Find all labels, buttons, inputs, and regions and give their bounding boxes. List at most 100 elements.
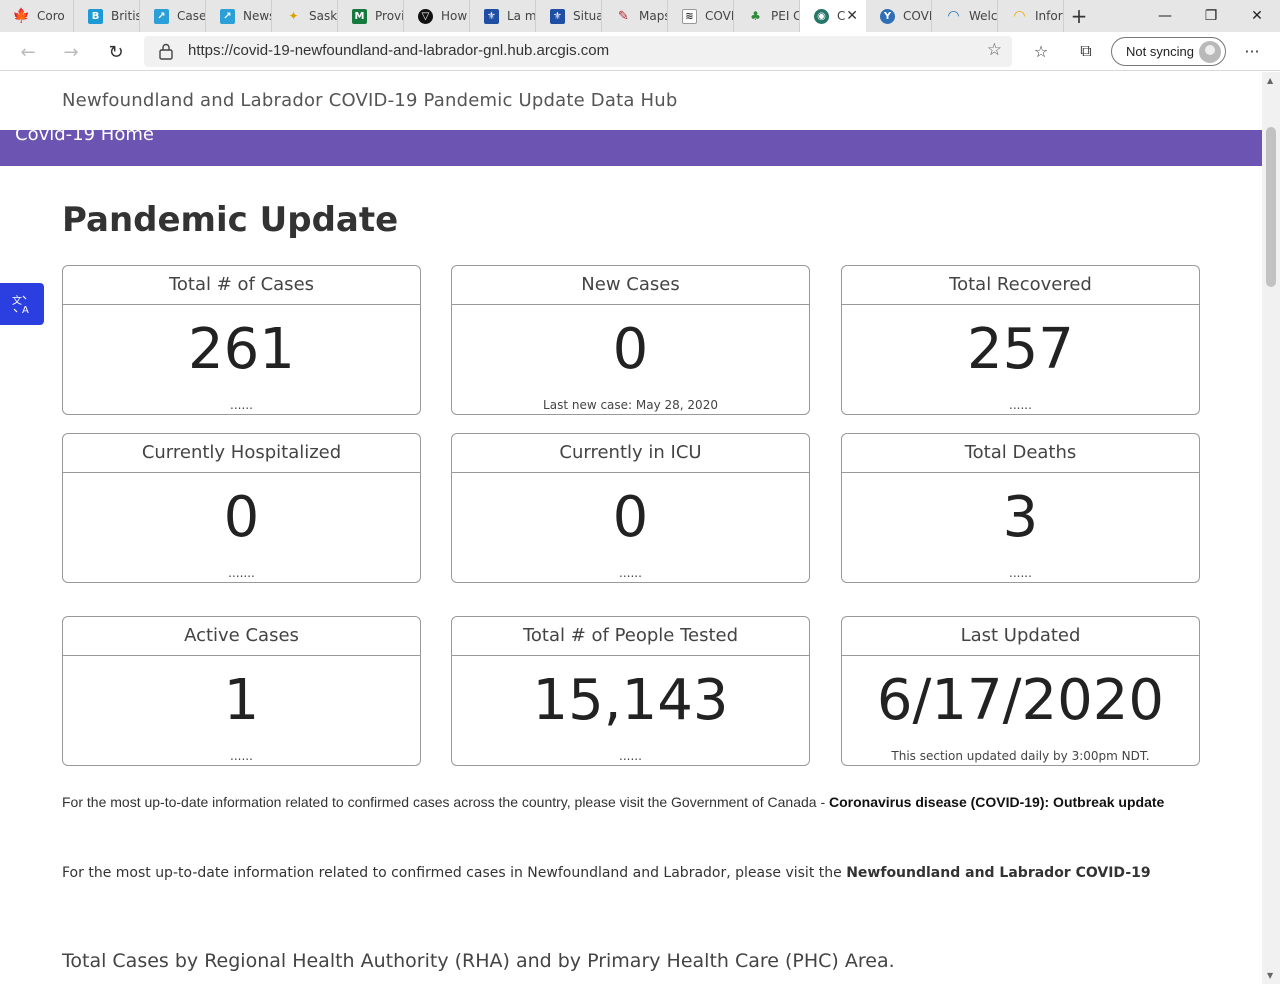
- page-scrollbar[interactable]: ▲ ▼: [1262, 72, 1280, 984]
- card-total-deaths: Total Deaths 3 ......: [841, 433, 1200, 583]
- card-footer: .......: [228, 566, 255, 580]
- card-title: Active Cases: [63, 617, 420, 656]
- tab-strip: 🍁 Coro B Britisl ↗ Cases ↗ News ✦ Saska …: [0, 0, 1280, 32]
- card-new-cases: New Cases 0 Last new case: May 28, 2020: [451, 265, 810, 415]
- page-viewport: Newfoundland and Labrador COVID-19 Pande…: [0, 72, 1262, 984]
- restore-icon[interactable]: ❐: [1188, 0, 1234, 32]
- globe-icon: ◉: [814, 8, 829, 24]
- manitoba-icon: M: [352, 8, 367, 24]
- card-footer: Last new case: May 28, 2020: [543, 398, 718, 412]
- tab-news[interactable]: ↗ News: [206, 0, 272, 32]
- card-title: Total # of People Tested: [452, 617, 809, 656]
- tab-saska[interactable]: ✦ Saska: [272, 0, 338, 32]
- card-value: 257: [967, 317, 1074, 382]
- page-title: Pandemic Update: [62, 200, 399, 240]
- card-total-recovered: Total Recovered 257 ......: [841, 265, 1200, 415]
- tab-cases[interactable]: ↗ Cases: [140, 0, 206, 32]
- collections-icon[interactable]: ⧉: [1075, 40, 1097, 62]
- card-footer: ......: [230, 749, 253, 763]
- tab-label: News: [243, 9, 271, 23]
- tab-how[interactable]: ▽ How: [404, 0, 470, 32]
- tab-inforr[interactable]: ◠ Inforr: [998, 0, 1064, 32]
- tab-active[interactable]: ◉ C ✕: [800, 0, 866, 32]
- dashboard-icon: ↗: [220, 8, 235, 24]
- card-footer: ......: [619, 566, 642, 580]
- wheat-icon: ✦: [288, 9, 299, 23]
- info-canada-paragraph: For the most up-to-date information rela…: [62, 794, 1192, 811]
- info-nl-text: For the most up-to-date information rela…: [62, 865, 847, 881]
- card-value: 1: [223, 668, 260, 733]
- card-title: Currently Hospitalized: [63, 434, 420, 473]
- tab-label: Saska: [309, 9, 337, 23]
- favorite-star-icon[interactable]: ☆: [987, 40, 1002, 60]
- card-title: New Cases: [452, 266, 809, 305]
- maple-leaf-icon: 🍁: [12, 8, 31, 24]
- nb-icon: ✎: [618, 8, 629, 24]
- ontario-icon: ▽: [418, 8, 433, 24]
- favorites-icon[interactable]: ☆: [1030, 40, 1052, 62]
- dashboard-icon: ↗: [154, 8, 169, 24]
- tab-britisl[interactable]: B Britisl: [74, 0, 140, 32]
- nunavut-icon: ◠: [1014, 8, 1025, 24]
- card-currently-hospitalized: Currently Hospitalized 0 .......: [62, 433, 421, 583]
- site-nav-bar: Covid-19 Home: [0, 130, 1262, 166]
- card-title: Total Recovered: [842, 266, 1199, 305]
- profile-button[interactable]: Not syncing: [1111, 37, 1226, 66]
- tab-coro[interactable]: 🍁 Coro: [0, 0, 74, 32]
- tab-label: Inforr: [1035, 9, 1063, 23]
- minimize-icon[interactable]: —: [1142, 0, 1188, 32]
- ns-icon: ≋: [682, 8, 697, 24]
- card-footer: ......: [1009, 566, 1032, 580]
- card-value: 0: [223, 485, 260, 550]
- translate-icon: 文 A: [12, 294, 29, 315]
- refresh-icon[interactable]: ↻: [102, 38, 130, 66]
- tab-welc[interactable]: ◠ Welc: [932, 0, 998, 32]
- card-active-cases: Active Cases 1 ......: [62, 616, 421, 766]
- address-bar[interactable]: https://covid-19-newfoundland-and-labrad…: [144, 36, 1012, 67]
- profile-label: Not syncing: [1126, 44, 1194, 59]
- canada-outbreak-link[interactable]: Coronavirus disease (COVID-19): Outbreak…: [829, 794, 1164, 810]
- pei-icon: ♣: [750, 9, 761, 23]
- scrollbar-thumb[interactable]: [1266, 127, 1276, 287]
- nl-covid-link[interactable]: Newfoundland and Labrador COVID-19: [846, 865, 1150, 881]
- tab-label: PEI C: [771, 9, 800, 23]
- forward-icon[interactable]: →: [57, 38, 85, 66]
- url-text: https://covid-19-newfoundland-and-labrad…: [188, 42, 610, 59]
- info-canada-text: For the most up-to-date information rela…: [62, 794, 829, 810]
- tab-la-m[interactable]: ⚜ La m: [470, 0, 536, 32]
- card-value: 261: [188, 317, 295, 382]
- tab-covi-ns[interactable]: ≋ COVI: [668, 0, 734, 32]
- tab-provi[interactable]: M Provi: [338, 0, 404, 32]
- card-title: Currently in ICU: [452, 434, 809, 473]
- svg-text:A: A: [22, 305, 29, 315]
- scroll-up-icon[interactable]: ▲: [1267, 76, 1273, 85]
- card-footer: ......: [1009, 398, 1032, 412]
- tab-label: How: [441, 9, 468, 23]
- nav-home-link[interactable]: Covid-19 Home: [15, 130, 154, 145]
- rha-section-heading: Total Cases by Regional Health Authority…: [62, 950, 895, 972]
- tab-maps[interactable]: ✎ Maps: [602, 0, 668, 32]
- tab-label: Situat: [573, 9, 601, 23]
- card-value: 15,143: [532, 668, 729, 733]
- tab-covi-yukon[interactable]: Y COVI: [866, 0, 932, 32]
- card-title: Last Updated: [842, 617, 1199, 656]
- translate-button[interactable]: 文 A: [0, 283, 44, 325]
- more-menu-icon[interactable]: ···: [1241, 40, 1263, 62]
- scroll-down-icon[interactable]: ▼: [1267, 971, 1273, 980]
- card-value: 0: [612, 485, 649, 550]
- tab-situat[interactable]: ⚜ Situat: [536, 0, 602, 32]
- back-icon[interactable]: ←: [14, 38, 42, 66]
- new-tab-button[interactable]: +: [1068, 4, 1090, 28]
- card-title: Total # of Cases: [63, 266, 420, 305]
- tab-pei-c[interactable]: ♣ PEI C: [734, 0, 800, 32]
- card-title: Total Deaths: [842, 434, 1199, 473]
- tab-label: COVI: [705, 9, 734, 23]
- tab-label: Welc: [969, 9, 998, 23]
- yukon-icon: Y: [880, 8, 895, 24]
- close-window-icon[interactable]: ✕: [1234, 0, 1280, 32]
- bc-icon: B: [88, 8, 103, 24]
- card-footer: ......: [619, 749, 642, 763]
- tab-label: C: [837, 9, 846, 23]
- close-tab-icon[interactable]: ✕: [846, 8, 858, 24]
- tab-label: La m: [507, 9, 536, 23]
